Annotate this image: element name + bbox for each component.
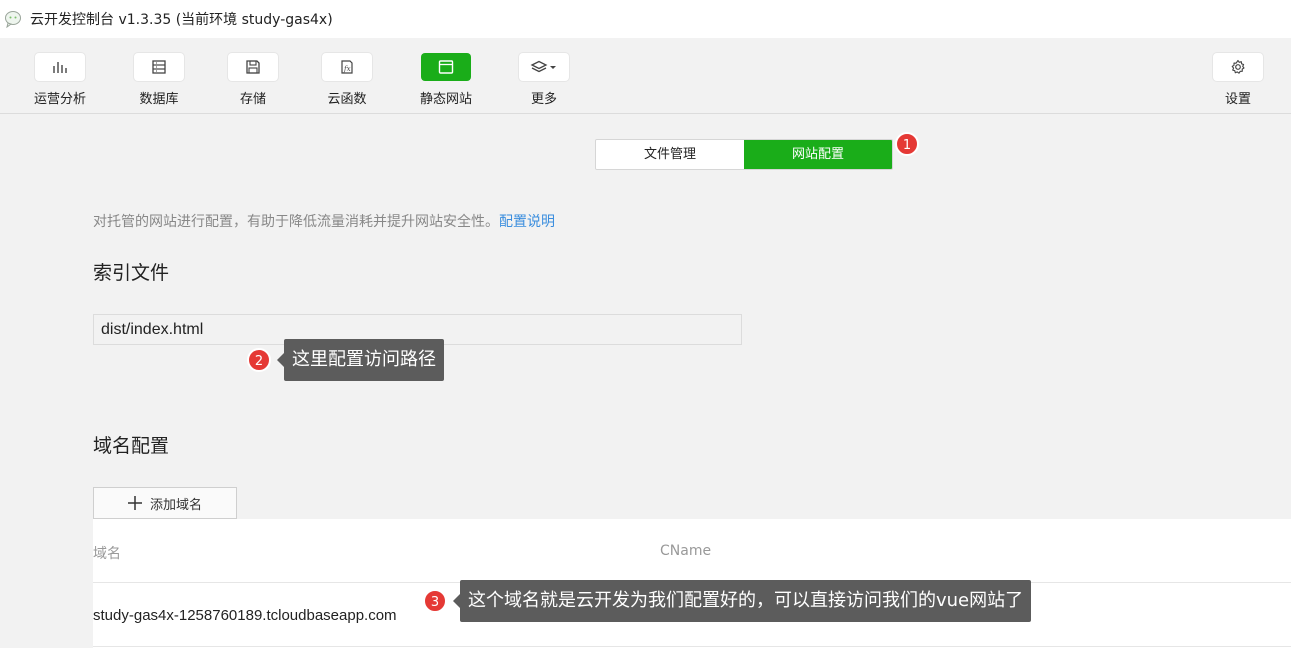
toolbar-settings[interactable]: 设置	[1193, 53, 1283, 107]
function-icon: fx	[322, 53, 372, 81]
config-help-link[interactable]: 配置说明	[499, 214, 555, 230]
toolbar-functions-label: 云函数	[327, 92, 367, 107]
toolbar-more[interactable]: 更多	[499, 53, 589, 107]
plus-icon	[127, 496, 142, 510]
app-logo-icon	[3, 9, 23, 29]
toolbar-database[interactable]: 数据库	[114, 53, 204, 107]
layers-icon	[519, 53, 569, 81]
toolbar-database-label: 数据库	[139, 92, 179, 107]
svg-text:fx: fx	[343, 65, 351, 73]
description-text: 对托管的网站进行配置，有助于降低流量消耗并提升网站安全性。	[93, 214, 499, 230]
bar-chart-icon	[35, 53, 85, 81]
main-toolbar: 运营分析 数据库 存储 fx 云函数 静态网站 更多 设置	[0, 38, 1291, 114]
step-badge-2: 2	[247, 348, 271, 372]
toolbar-analytics[interactable]: 运营分析	[15, 53, 105, 107]
config-description: 对托管的网站进行配置，有助于降低流量消耗并提升网站安全性。配置说明	[93, 211, 555, 231]
tab-file-manage[interactable]: 文件管理	[596, 140, 744, 169]
browser-window-icon	[421, 53, 471, 81]
gear-icon	[1213, 53, 1263, 81]
toolbar-settings-label: 设置	[1224, 92, 1251, 107]
add-domain-button[interactable]: 添加域名	[93, 487, 237, 519]
database-icon	[134, 53, 184, 81]
toolbar-static-site-label: 静态网站	[419, 92, 472, 107]
toolbar-static-site[interactable]: 静态网站	[401, 53, 491, 107]
floppy-disk-icon	[228, 53, 278, 81]
column-header-cname: CName	[660, 543, 712, 559]
step-badge-3: 3	[423, 589, 447, 613]
tooltip-domain-note: 这个域名就是云开发为我们配置好的，可以直接访问我们的vue网站了	[452, 580, 1032, 622]
index-file-title: 索引文件	[93, 262, 170, 284]
column-header-domain: 域名	[93, 546, 121, 562]
toolbar-storage[interactable]: 存储	[208, 53, 298, 107]
title-bar: 云开发控制台 v1.3.35 (当前环境 study-gas4x)	[0, 0, 1291, 38]
step-badge-1: 1	[895, 132, 919, 156]
domain-config-title: 域名配置	[93, 435, 170, 457]
domain-cell: study-gas4x-1258760189.tcloudbaseapp.com	[93, 607, 397, 624]
table-header: 域名 CName	[93, 519, 1291, 583]
toolbar-storage-label: 存储	[239, 92, 266, 107]
tooltip-access-path: 这里配置访问路径	[277, 339, 444, 381]
toolbar-functions[interactable]: fx 云函数	[302, 53, 392, 107]
add-domain-label: 添加域名	[149, 497, 202, 513]
chevron-down-icon	[550, 66, 556, 69]
tab-site-config[interactable]: 网站配置	[744, 140, 892, 169]
config-tabs: 文件管理 网站配置	[595, 139, 893, 170]
window-title: 云开发控制台 v1.3.35 (当前环境 study-gas4x)	[30, 12, 333, 28]
toolbar-analytics-label: 运营分析	[33, 92, 86, 107]
toolbar-more-label: 更多	[530, 92, 557, 107]
